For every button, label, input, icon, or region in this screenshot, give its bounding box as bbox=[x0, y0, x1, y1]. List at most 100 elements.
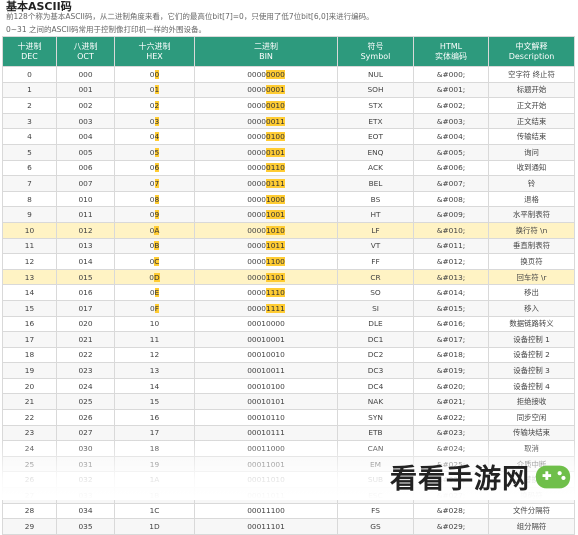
highlight-mark: 0000 bbox=[266, 69, 285, 79]
cell-description: 组分隔符 bbox=[488, 518, 575, 535]
highlight-mark: 6 bbox=[154, 163, 160, 173]
highlight-mark: E bbox=[154, 288, 160, 298]
highlight-mark: 0010 bbox=[266, 100, 285, 110]
highlight-mark: 0011 bbox=[266, 116, 285, 126]
table-row: 15 017 0F 00001111 SI &#015; 移入 bbox=[2, 299, 575, 317]
cell-bin: 00011001 bbox=[194, 455, 338, 473]
highlight-mark: 1101 bbox=[266, 272, 285, 282]
cell-dec: 7 bbox=[2, 175, 57, 192]
cell-dec: 22 bbox=[2, 409, 57, 426]
cell-symbol: FS bbox=[337, 502, 414, 520]
gamepad-logo-icon bbox=[535, 465, 571, 488]
cell-bin: 00001101 bbox=[194, 268, 338, 286]
cell-dec: 28 bbox=[2, 502, 57, 520]
cell-description: 文件分隔符 bbox=[488, 502, 575, 520]
cell-dec: 13 bbox=[2, 268, 57, 286]
cell-dec: 5 bbox=[2, 143, 57, 161]
cell-symbol: CR bbox=[337, 268, 414, 286]
cell-symbol: SI bbox=[337, 299, 414, 317]
cell-html: &#017; bbox=[413, 331, 489, 348]
cell-html: &#016; bbox=[413, 315, 489, 333]
col-hex: 十六进制 HEX bbox=[114, 36, 195, 67]
cell-oct: 004 bbox=[56, 128, 115, 145]
cell-dec: 2 bbox=[2, 97, 57, 114]
cell-symbol: FF bbox=[337, 253, 414, 270]
cell-description: 换页符 bbox=[488, 253, 575, 270]
cell-hex: 0C bbox=[114, 253, 195, 270]
col-bin: 二进制 BIN bbox=[194, 36, 338, 67]
cell-symbol: ETB bbox=[337, 424, 414, 442]
cell-oct: 014 bbox=[56, 253, 115, 270]
col-dec: 十进制 DEC bbox=[2, 36, 57, 67]
cell-dec: 1 bbox=[2, 81, 57, 99]
cell-hex: 1C bbox=[114, 502, 195, 520]
cell-html: &#023; bbox=[413, 424, 489, 442]
cell-bin: 00000100 bbox=[194, 128, 338, 145]
highlight-mark: 7 bbox=[154, 178, 160, 188]
cell-oct: 035 bbox=[56, 518, 115, 535]
cell-hex: 0F bbox=[114, 299, 195, 317]
table-row: 24 030 18 00011000 CAN &#024; 取消 bbox=[2, 440, 575, 457]
cell-hex: 16 bbox=[114, 409, 195, 426]
table-row: 21 025 15 00010101 NAK &#021; 拒绝接收 bbox=[2, 393, 575, 411]
col-symbol: 符号 Symbol bbox=[337, 36, 414, 67]
cell-oct: 005 bbox=[56, 143, 115, 161]
cell-html: &#021; bbox=[413, 393, 489, 411]
cell-oct: 031 bbox=[56, 455, 115, 473]
table-row: 20 024 14 00010100 DC4 &#020; 设备控制 4 bbox=[2, 377, 575, 395]
cell-hex: 17 bbox=[114, 424, 195, 442]
table-row: 29 035 1D 00011101 GS &#029; 组分隔符 bbox=[2, 518, 575, 535]
highlight-mark: A bbox=[154, 225, 160, 235]
cell-hex: 10 bbox=[114, 315, 195, 333]
cell-dec: 21 bbox=[2, 393, 57, 411]
cell-html: &#003; bbox=[413, 112, 489, 130]
cell-oct: 032 bbox=[56, 471, 115, 489]
cell-html: &#028; bbox=[413, 502, 489, 520]
cell-html: &#004; bbox=[413, 128, 489, 145]
cell-dec: 19 bbox=[2, 362, 57, 379]
cell-bin: 00011100 bbox=[194, 502, 338, 520]
cell-description: 换行符 \n bbox=[488, 221, 575, 239]
cell-hex: 14 bbox=[114, 377, 195, 395]
table-row: 14 016 0E 00001110 SO &#014; 移出 bbox=[2, 284, 575, 301]
cell-html: &#013; bbox=[413, 268, 489, 286]
cell-oct: 027 bbox=[56, 424, 115, 442]
cell-description: 数据链路转义 bbox=[488, 315, 575, 333]
cell-description: 设备控制 2 bbox=[488, 346, 575, 364]
cell-bin: 00011010 bbox=[194, 471, 338, 489]
cell-bin: 00010001 bbox=[194, 331, 338, 348]
table-row: 3 003 03 00000011 ETX &#003; 正文结束 bbox=[2, 112, 575, 130]
cell-bin: 00000010 bbox=[194, 97, 338, 114]
cell-hex: 12 bbox=[114, 346, 195, 364]
cell-description: 垂直制表符 bbox=[488, 237, 575, 255]
table-row: 18 022 12 00010010 DC2 &#018; 设备控制 2 bbox=[2, 346, 575, 364]
cell-oct: 023 bbox=[56, 362, 115, 379]
cell-oct: 002 bbox=[56, 97, 115, 114]
watermark: 看看手游网 bbox=[390, 457, 572, 496]
cell-oct: 000 bbox=[56, 66, 115, 83]
cell-dec: 14 bbox=[2, 284, 57, 301]
cell-hex: 04 bbox=[114, 128, 195, 145]
cell-dec: 9 bbox=[2, 206, 57, 223]
table-row: 16 020 10 00010000 DLE &#016; 数据链路转义 bbox=[2, 315, 575, 333]
highlight-mark: 2 bbox=[154, 100, 160, 110]
cell-bin: 00010110 bbox=[194, 409, 338, 426]
intro-paragraph: 前128个称为基本ASCII码，从二进制角度来看，它们的最高位bit[7]=0，… bbox=[6, 12, 374, 21]
cell-hex: 15 bbox=[114, 393, 195, 411]
cell-html: &#029; bbox=[413, 518, 489, 535]
table-row: 0 000 00 00000000 NUL &#000; 空字符 终止符 bbox=[2, 66, 575, 83]
table-row: 7 007 07 00000111 BEL &#007; 铃 bbox=[2, 175, 575, 192]
cell-oct: 026 bbox=[56, 409, 115, 426]
cell-html: &#007; bbox=[413, 175, 489, 192]
table-row: 23 027 17 00010111 ETB &#023; 传输块结束 bbox=[2, 424, 575, 442]
cell-html: &#015; bbox=[413, 299, 489, 317]
cell-hex: 19 bbox=[114, 455, 195, 473]
table-row: 13 015 0D 00001101 CR &#013; 回车符 \r bbox=[2, 268, 575, 286]
table-row: 2 002 02 00000010 STX &#002; 正文开始 bbox=[2, 97, 575, 114]
cell-oct: 007 bbox=[56, 175, 115, 192]
col-oct: 八进制 OCT bbox=[56, 36, 115, 67]
cell-description: 取消 bbox=[488, 440, 575, 457]
cell-html: &#020; bbox=[413, 377, 489, 395]
highlight-mark: 1011 bbox=[266, 241, 285, 251]
cell-description: 设备控制 1 bbox=[488, 331, 575, 348]
